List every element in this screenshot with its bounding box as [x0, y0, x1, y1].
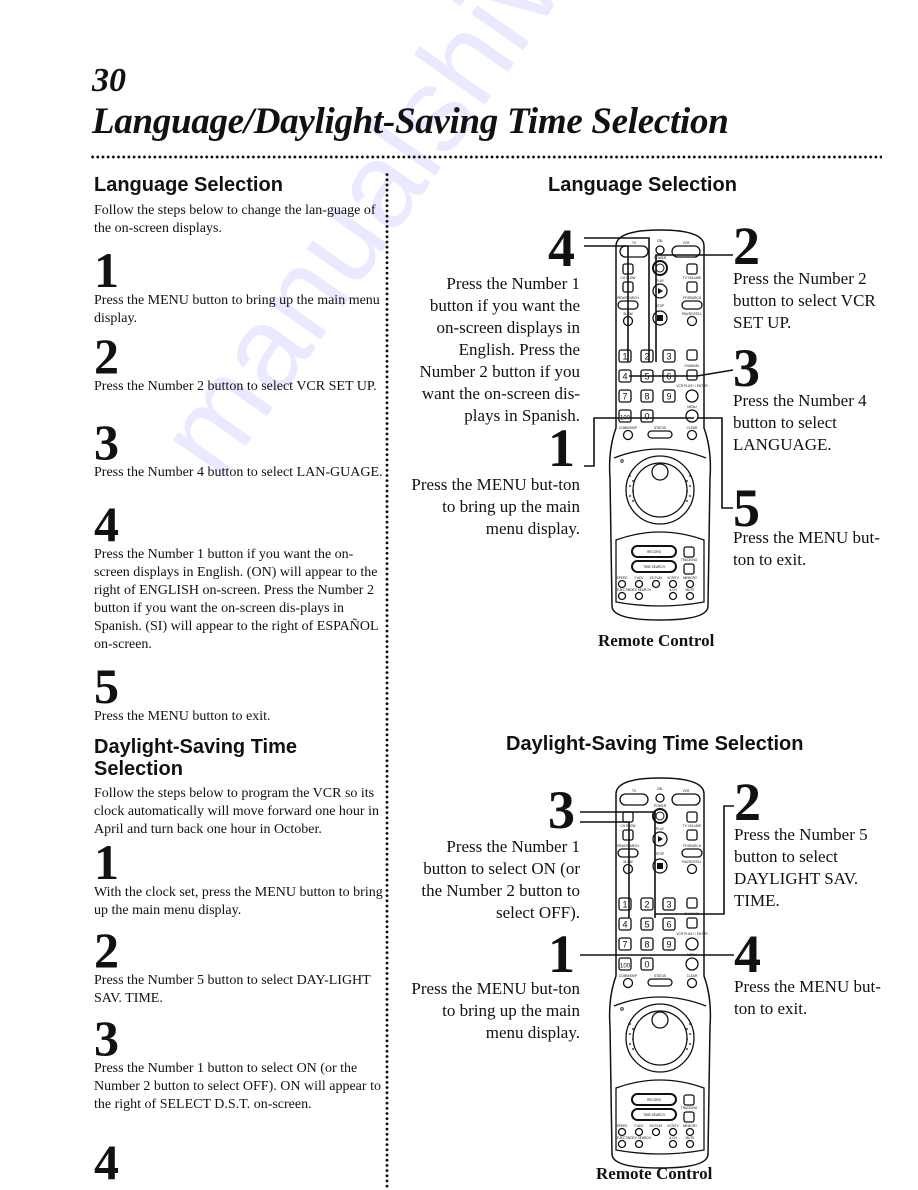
- callout-text-4: Press the MENU but-ton to exit.: [734, 977, 881, 1018]
- callout-number-3: 3: [548, 780, 575, 840]
- callout-text-1: Press the MENU but-ton to bring up the m…: [411, 979, 580, 1042]
- remote-caption: Remote Control: [596, 1164, 713, 1183]
- leader-line-2: [655, 805, 734, 915]
- leader-line-3b: [580, 821, 630, 918]
- callout-number-2: 2: [734, 772, 761, 832]
- callout-number-1: 1: [548, 924, 575, 984]
- leader-line-3a: [580, 811, 656, 918]
- callout-text-2: Press the Number 5 button to select DAYL…: [734, 825, 868, 910]
- callout-number-4: 4: [734, 924, 761, 984]
- callout-text-3: Press the Number 1 button to select ON (…: [421, 837, 580, 922]
